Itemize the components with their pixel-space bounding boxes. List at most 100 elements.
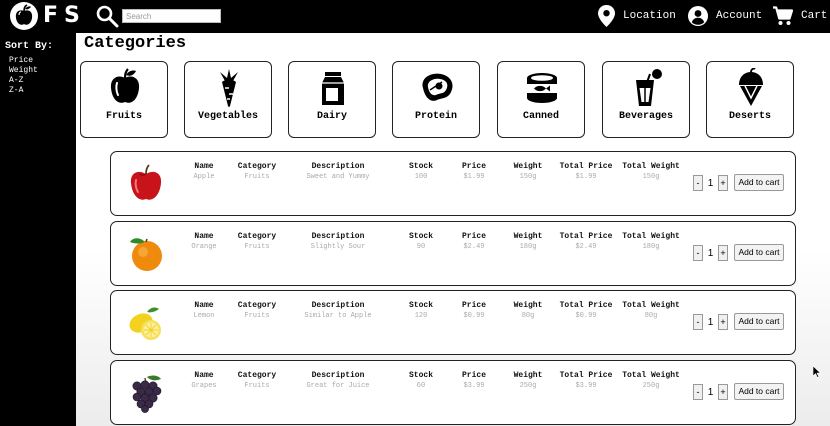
add-to-cart-button[interactable]: Add to cart <box>734 244 784 261</box>
decrease-quantity-button[interactable]: - <box>693 245 703 261</box>
product-name: Lemon <box>193 312 215 320</box>
account-link[interactable]: Account <box>688 4 762 28</box>
red-apple-image <box>130 164 162 200</box>
increase-quantity-button[interactable]: + <box>718 314 728 330</box>
weight-column: Weight 180g <box>510 232 546 252</box>
quantity-value: 1 <box>707 177 714 189</box>
weight-column: Weight 250g <box>510 371 546 391</box>
sort-option-a-z[interactable]: A-Z <box>9 76 38 86</box>
product-description: Great for Juice <box>306 382 370 390</box>
total-weight-column: Total Weight 250g <box>622 371 680 390</box>
search-icon[interactable] <box>95 4 119 28</box>
decrease-quantity-button[interactable]: - <box>693 384 703 400</box>
quantity-value: 1 <box>707 247 714 259</box>
product-price: $1.99 <box>463 173 485 181</box>
name-column: Name Grapes <box>191 371 217 390</box>
ice-cream-icon <box>739 68 763 106</box>
cart-icon <box>773 6 793 25</box>
description-column: Description Sweet and Yummy <box>303 162 373 182</box>
quantity-stepper: - 1 + <box>693 384 728 400</box>
grapes-image <box>132 375 162 413</box>
product-price: $3.99 <box>463 382 485 390</box>
sort-options: Price Weight A-Z Z-A <box>9 56 38 96</box>
category-label: Vegetables <box>197 111 258 122</box>
product-description: Sweet and Yummy <box>306 173 370 181</box>
weight-column: Weight 150g <box>510 162 546 182</box>
product-weight: 150g <box>519 173 537 181</box>
add-to-cart-button[interactable]: Add to cart <box>734 313 784 330</box>
category-dairy[interactable]: Dairy <box>288 61 376 138</box>
product-category: Fruits <box>244 312 270 320</box>
apple-logo-icon[interactable] <box>9 1 39 31</box>
category-column: Category Fruits <box>235 162 279 182</box>
sort-option-price[interactable]: Price <box>9 56 38 66</box>
product-total-weight: 250g <box>642 382 660 390</box>
category-deserts[interactable]: Deserts <box>706 61 794 138</box>
cart-link[interactable]: Cart <box>773 4 827 28</box>
sort-title: Sort By: <box>5 41 54 52</box>
increase-quantity-button[interactable]: + <box>718 175 728 191</box>
product-name: Grapes <box>191 382 217 390</box>
sort-option-weight[interactable]: Weight <box>9 66 38 76</box>
category-beverages[interactable]: Beverages <box>602 61 690 138</box>
description-column: Description Slightly Sour <box>303 232 373 252</box>
product-row-apple: Name Apple Category Fruits Description Swee… <box>110 151 796 216</box>
search-input[interactable] <box>122 9 221 23</box>
steak-icon <box>422 73 453 101</box>
price-column: Price $0.99 <box>459 301 489 321</box>
decrease-quantity-button[interactable]: - <box>693 175 703 191</box>
product-row-lemon: Name Lemon Category Fruits Description Simi… <box>110 290 796 355</box>
product-stock: 120 <box>414 312 428 320</box>
product-total-weight: 150g <box>642 173 660 181</box>
total-price-column: Total Price $3.99 <box>559 371 613 390</box>
price-column: Price $1.99 <box>459 162 489 182</box>
increase-quantity-button[interactable]: + <box>718 384 728 400</box>
increase-quantity-button[interactable]: + <box>718 245 728 261</box>
product-stock: 100 <box>414 173 428 181</box>
quantity-stepper: - 1 + <box>693 175 728 191</box>
sort-sidebar: Sort By: Price Weight A-Z Z-A <box>0 33 76 426</box>
apple-icon <box>110 68 140 103</box>
sort-option-z-a[interactable]: Z-A <box>9 86 38 96</box>
stock-column: Stock 60 <box>405 371 437 391</box>
description-column: Description Great for Juice <box>303 371 373 391</box>
mouse-cursor-icon <box>813 366 821 378</box>
stock-column: Stock 100 <box>405 162 437 182</box>
drink-cup-icon <box>636 69 662 106</box>
category-vegetables[interactable]: Vegetables <box>184 61 272 138</box>
location-label: Location <box>623 10 676 22</box>
weight-column: Weight 80g <box>510 301 546 321</box>
total-weight-column: Total Weight 80g <box>622 301 680 320</box>
account-label: Account <box>716 10 763 22</box>
add-to-cart-button[interactable]: Add to cart <box>734 174 784 191</box>
product-stock: 60 <box>416 382 426 390</box>
carrot-icon <box>220 69 238 107</box>
top-header: FS Location Account Cart <box>0 0 830 33</box>
brand-name[interactable]: FS <box>43 3 86 28</box>
location-link[interactable]: Location <box>598 4 676 28</box>
name-column: Name Apple <box>191 162 217 182</box>
category-label: Beverages <box>618 111 673 122</box>
total-weight-column: Total Weight 180g <box>622 232 680 251</box>
category-fruits[interactable]: Fruits <box>80 61 168 138</box>
name-column: Name Orange <box>191 232 217 251</box>
quantity-stepper: - 1 + <box>693 314 728 330</box>
main-content: Categories Fruits Vegetables Dairy Prote… <box>76 33 830 426</box>
category-label: Dairy <box>316 111 347 122</box>
product-row-orange: Name Orange Category Fruits Description Sli… <box>110 221 796 286</box>
product-weight: 80g <box>521 312 535 320</box>
total-price-column: Total Price $1.99 <box>559 162 613 181</box>
category-canned[interactable]: Canned <box>497 61 585 138</box>
quantity-value: 1 <box>707 386 714 398</box>
category-column: Category Fruits <box>235 301 279 321</box>
category-label: Fruits <box>105 111 142 122</box>
canned-fish-icon <box>527 73 557 103</box>
product-total-weight: 180g <box>642 243 660 251</box>
add-to-cart-button[interactable]: Add to cart <box>734 383 784 400</box>
category-column: Category Fruits <box>235 371 279 391</box>
product-category: Fruits <box>244 243 270 251</box>
product-price: $2.49 <box>463 243 485 251</box>
orange-image <box>130 238 162 271</box>
category-protein[interactable]: Protein <box>392 61 480 138</box>
decrease-quantity-button[interactable]: - <box>693 314 703 330</box>
